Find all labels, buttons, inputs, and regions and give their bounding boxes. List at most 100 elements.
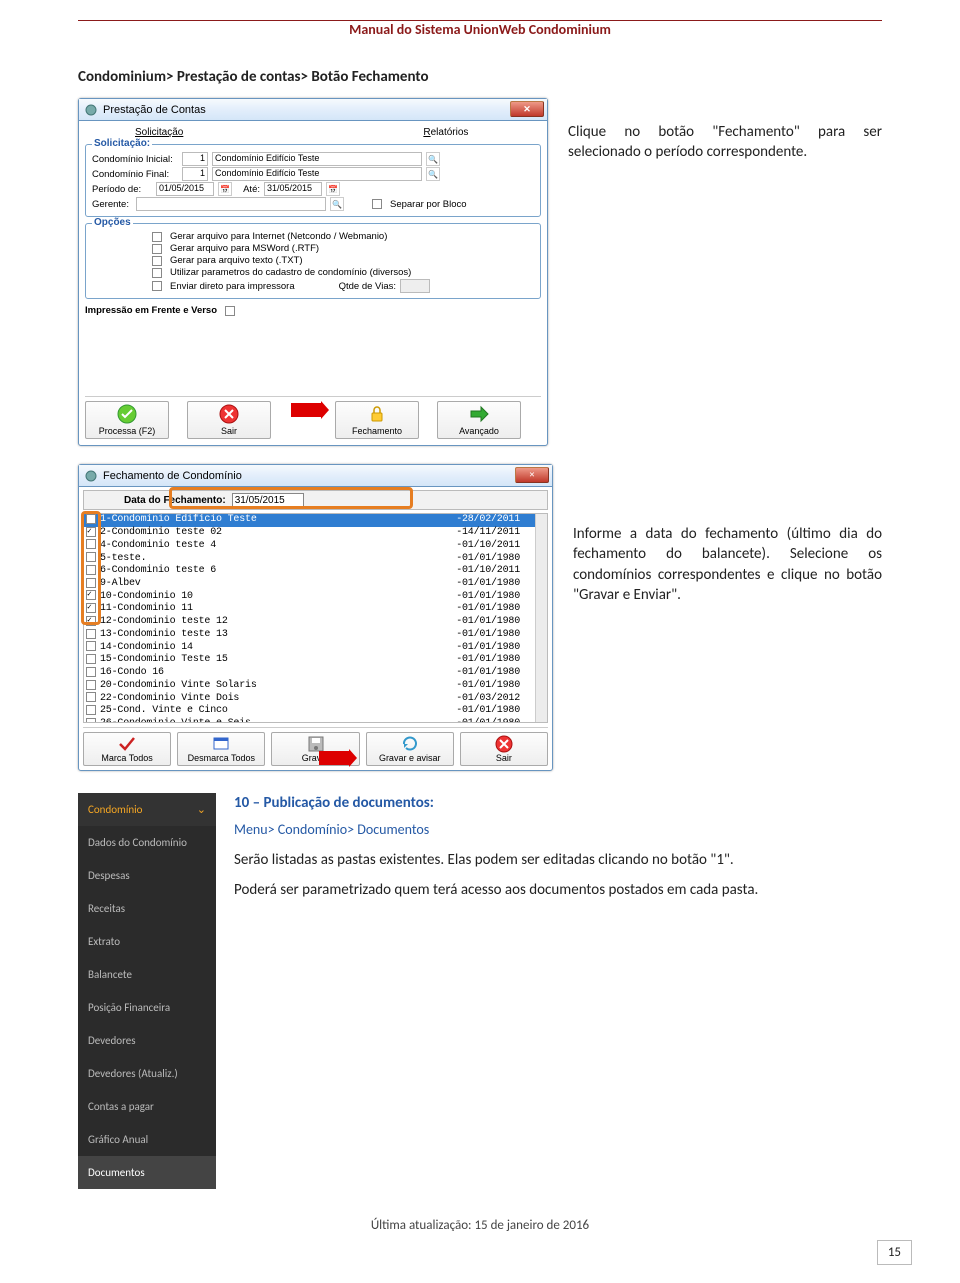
checkbox[interactable] (86, 565, 96, 575)
checkbox[interactable] (86, 514, 96, 524)
sidebar-item-condominio[interactable]: Condomínio ⌄ (78, 793, 216, 826)
list-item[interactable]: 14-Condominio 14-01/01/1980 (84, 641, 547, 654)
refresh-icon (400, 735, 420, 753)
input-cond-inicial-nome[interactable]: Condomínio Edifício Teste (212, 152, 422, 166)
calendar-icon[interactable]: 📅 (218, 182, 232, 196)
list-item[interactable]: 4-Condominio teste 4-01/10/2011 (84, 539, 547, 552)
sidebar-item-devedores[interactable]: Devedores (78, 1024, 216, 1057)
list-item[interactable]: 5-teste.-01/01/1980 (84, 552, 547, 565)
checkbox[interactable] (86, 692, 96, 702)
footer-text: Última atualização: 15 de janeiro de 201… (78, 1218, 882, 1233)
gravar-avisar-label: Gravar e avisar (379, 753, 441, 763)
list-item[interactable]: 20-Condominio Vinte Solaris-01/01/1980 (84, 680, 547, 693)
lookup-icon[interactable]: 🔍 (426, 167, 440, 181)
lock-icon (367, 404, 387, 424)
sidebar-item-despesas[interactable]: Despesas (78, 859, 216, 892)
sidebar-item-extrato[interactable]: Extrato (78, 925, 216, 958)
fechamento-button[interactable]: Fechamento (335, 401, 419, 439)
input-data-fechamento[interactable] (232, 493, 304, 507)
close-icon[interactable]: ✕ (515, 467, 549, 483)
checkbox[interactable] (86, 718, 96, 723)
checkbox[interactable] (86, 590, 96, 600)
fechamento-label: Fechamento (352, 426, 402, 436)
list-item[interactable]: 6-Condominio teste 6-01/10/2011 (84, 565, 547, 578)
checkbox[interactable] (86, 629, 96, 639)
lookup-icon[interactable]: 🔍 (330, 197, 344, 211)
checkbox-opt-print[interactable] (152, 281, 162, 291)
tab-solicitacao[interactable]: Solicitação (135, 127, 183, 138)
input-qtde-vias[interactable] (400, 279, 430, 293)
sidebar-item-receitas[interactable]: Receitas (78, 892, 216, 925)
menu-path: Menu> Condomínio> Documentos (234, 821, 882, 840)
input-periodo-de[interactable]: 01/05/2015 (156, 182, 214, 196)
arrow-right-icon (469, 404, 489, 424)
checkbox-frente-verso[interactable] (225, 306, 235, 316)
sidebar-item-documentos[interactable]: Documentos (78, 1156, 216, 1189)
list-item[interactable]: 12-Condominio teste 12-01/01/1980 (84, 616, 547, 629)
checkbox[interactable] (86, 705, 96, 715)
sidebar-item-devedores-atual[interactable]: Devedores (Atualiz.) (78, 1057, 216, 1090)
input-periodo-ate[interactable]: 31/05/2015 (264, 182, 322, 196)
sidebar-item-contas[interactable]: Contas a pagar (78, 1090, 216, 1123)
checkbox-opt-txt[interactable] (152, 256, 162, 266)
sidebar: Condomínio ⌄ Dados do Condomínio Despesa… (78, 793, 216, 1189)
list-item[interactable]: 15-Condominio Teste 15-01/01/1980 (84, 654, 547, 667)
list-item-date: -01/01/1980 (440, 718, 520, 723)
processa-button[interactable]: Processa (F2) (85, 401, 169, 439)
label-opt-print: Enviar direto para impressora (170, 281, 295, 292)
list-item-date: -01/01/1980 (440, 667, 520, 679)
checkbox[interactable] (86, 552, 96, 562)
checkbox-opt-internet[interactable] (152, 232, 162, 242)
input-gerente[interactable] (136, 197, 326, 211)
sidebar-item-dados[interactable]: Dados do Condomínio (78, 826, 216, 859)
checkbox[interactable] (86, 667, 96, 677)
list-item[interactable]: 13-Condominio teste 13-01/01/1980 (84, 629, 547, 642)
checkbox-opt-param[interactable] (152, 268, 162, 278)
avancado-button[interactable]: Avançado (437, 401, 521, 439)
scrollbar[interactable] (535, 514, 547, 722)
calendar-icon[interactable]: 📅 (326, 182, 340, 196)
sidebar-item-grafico[interactable]: Gráfico Anual (78, 1123, 216, 1156)
list-item[interactable]: 9-Albev-01/01/1980 (84, 578, 547, 591)
checkbox[interactable] (86, 539, 96, 549)
list-item[interactable]: 2-Condominio teste 02-14/11/2011 (84, 527, 547, 540)
checkbox[interactable] (86, 603, 96, 613)
list-item-name: 9-Albev (100, 578, 440, 590)
list-item[interactable]: 1-Condomínio Edifício Teste-28/02/2011 (84, 514, 547, 527)
list-item-date: -14/11/2011 (440, 527, 520, 539)
sair-button[interactable]: Sair (187, 401, 271, 439)
list-item-name: 2-Condominio teste 02 (100, 527, 440, 539)
list-item[interactable]: 22-Condominio Vinte Dois-01/03/2012 (84, 692, 547, 705)
checkbox[interactable] (86, 616, 96, 626)
sidebar-item-posicao[interactable]: Posição Financeira (78, 991, 216, 1024)
list-item-name: 20-Condominio Vinte Solaris (100, 680, 440, 692)
checkbox[interactable] (86, 654, 96, 664)
label-frente-verso: Impressão em Frente e Verso (85, 305, 217, 316)
gravar-avisar-button[interactable]: Gravar e avisar (366, 732, 454, 766)
list-item-date: -01/10/2011 (440, 540, 520, 552)
checkbox-opt-rtf[interactable] (152, 244, 162, 254)
checkbox[interactable] (86, 680, 96, 690)
list-item[interactable]: 10-Condominio 10-01/01/1980 (84, 590, 547, 603)
input-cond-final-num[interactable]: 1 (182, 167, 208, 181)
close-icon[interactable]: ✕ (510, 101, 544, 117)
list-item[interactable]: 16-Condo 16-01/01/1980 (84, 667, 547, 680)
marca-todos-button[interactable]: Marca Todos (83, 732, 171, 766)
sair-button[interactable]: Sair (460, 732, 548, 766)
tab-relatorios[interactable]: Relatórios (423, 127, 468, 138)
checkbox[interactable] (86, 527, 96, 537)
input-cond-final-nome[interactable]: Condomínio Edifício Teste (212, 167, 422, 181)
list-item[interactable]: 11-Condominio 11-01/01/1980 (84, 603, 547, 616)
list-item[interactable]: 25-Cond. Vinte e Cinco-01/01/1980 (84, 705, 547, 718)
sidebar-item-balancete[interactable]: Balancete (78, 958, 216, 991)
sair-label: Sair (496, 753, 512, 763)
checkbox-separar-bloco[interactable] (372, 199, 382, 209)
lookup-icon[interactable]: 🔍 (426, 152, 440, 166)
input-cond-inicial-num[interactable]: 1 (182, 152, 208, 166)
condominio-list[interactable]: 1-Condomínio Edifício Teste-28/02/20112-… (83, 513, 548, 723)
checkbox[interactable] (86, 641, 96, 651)
list-item[interactable]: 26-Condominio Vinte e Seis-01/01/1980 (84, 718, 547, 723)
desmarca-todos-button[interactable]: Desmarca Todos (177, 732, 265, 766)
checkbox[interactable] (86, 578, 96, 588)
avancado-label: Avançado (459, 426, 499, 436)
